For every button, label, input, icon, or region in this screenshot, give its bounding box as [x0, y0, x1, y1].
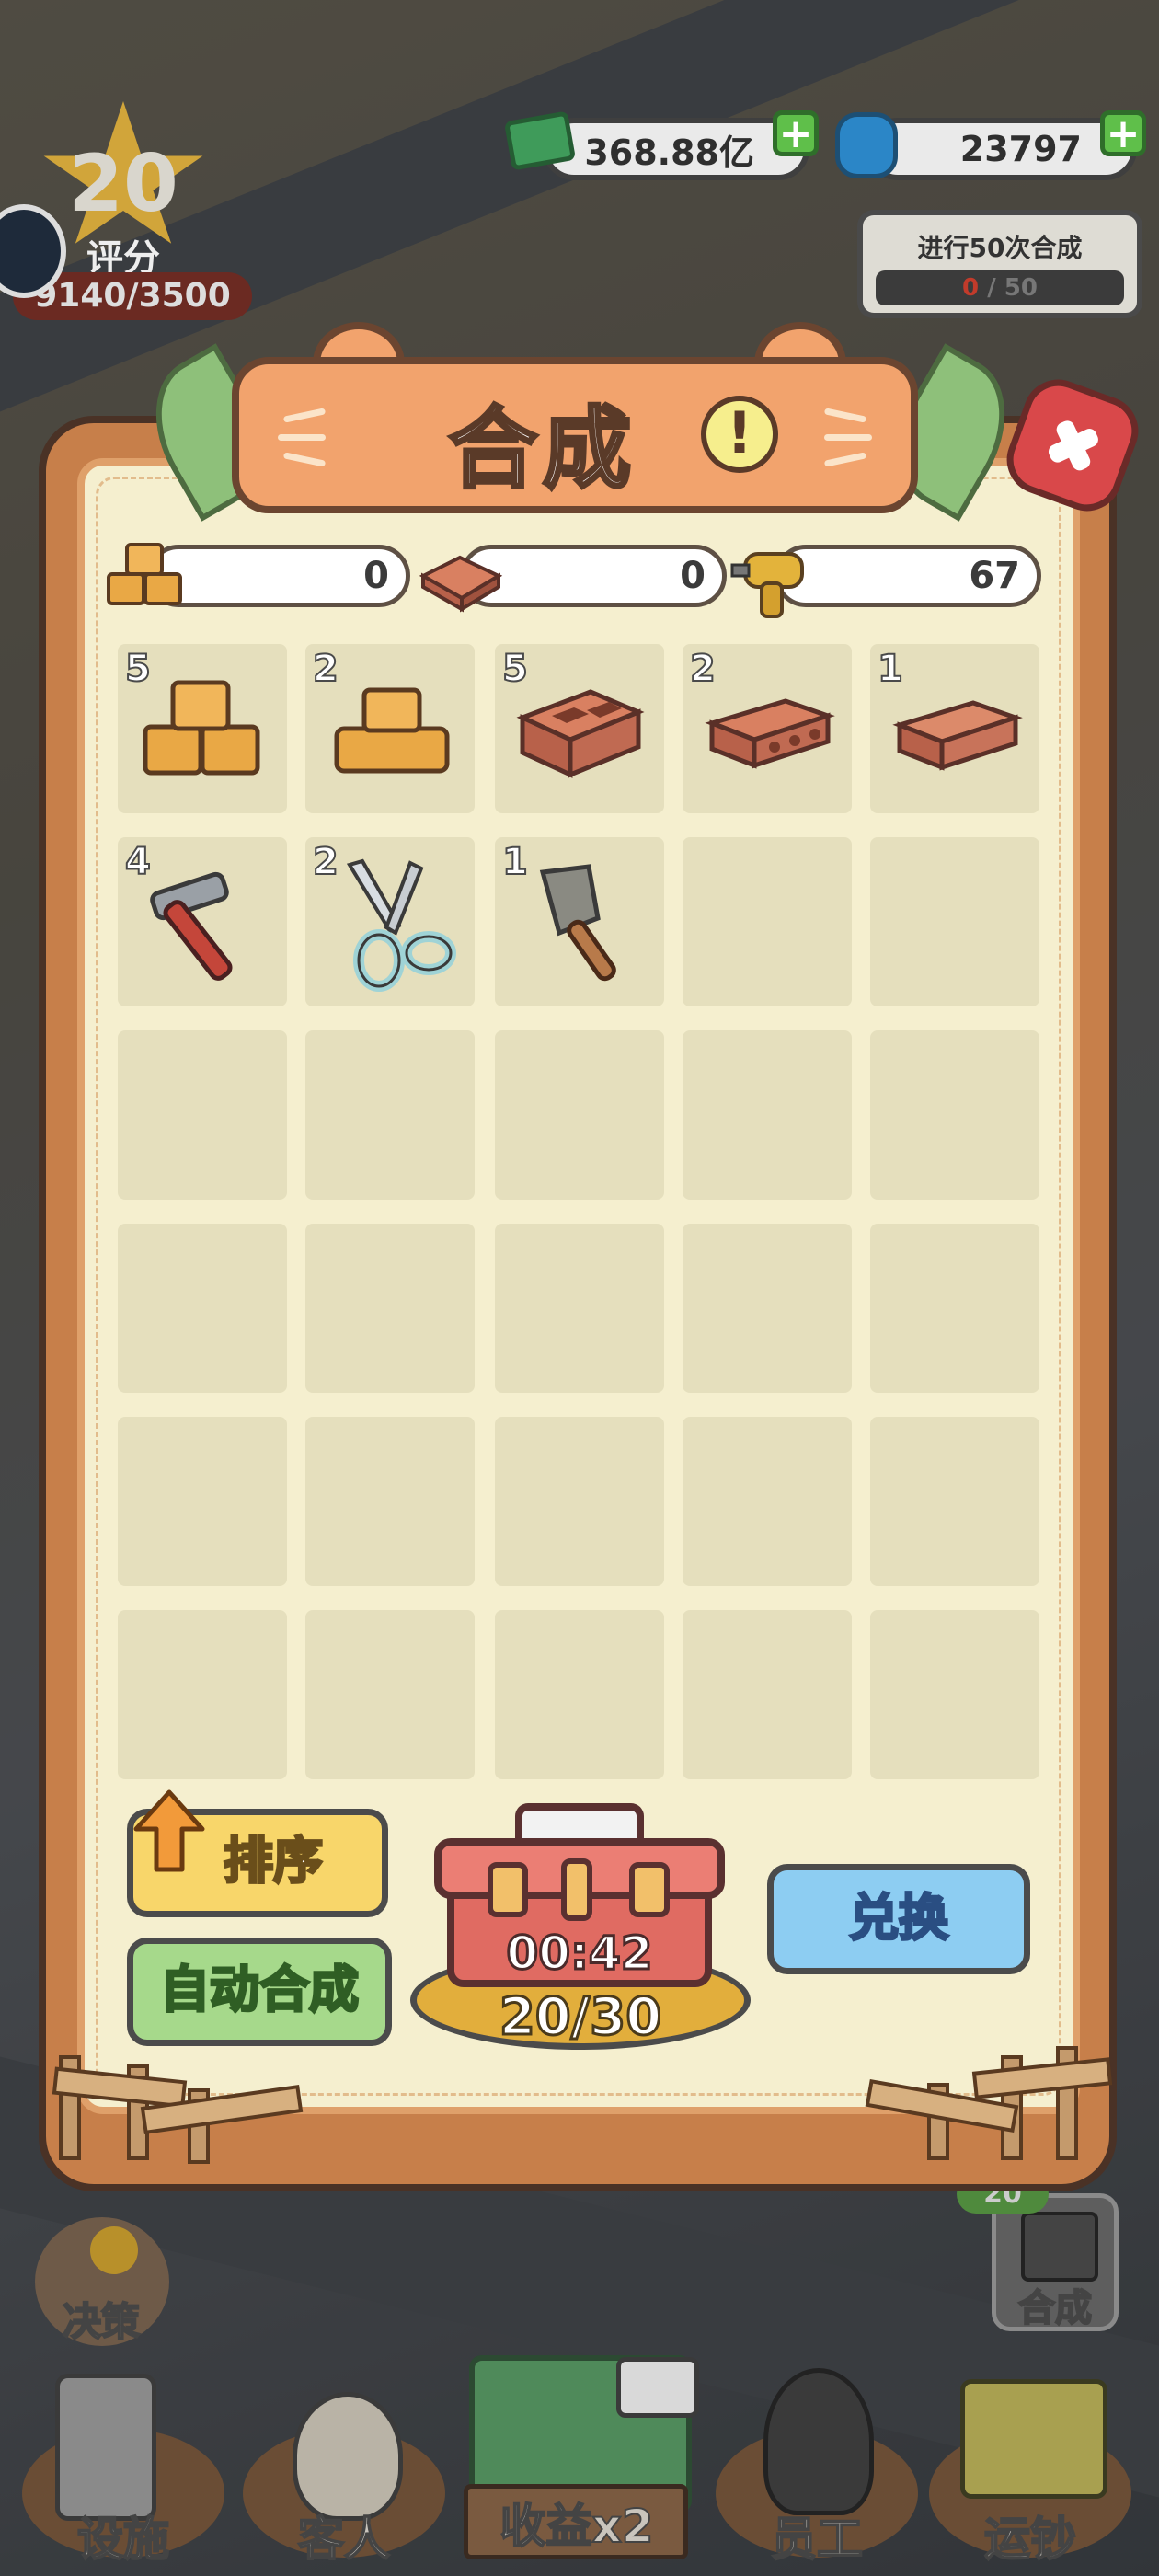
nav-label: 客人 — [297, 2512, 391, 2567]
grid-cell-empty[interactable] — [870, 1030, 1039, 1200]
item-count: 2 — [689, 647, 717, 691]
merge-shortcut-label: 合成 — [1017, 2286, 1093, 2330]
machine-icon — [1021, 2212, 1098, 2282]
grid-cell[interactable]: 1 — [495, 837, 664, 1006]
grid-cell-empty[interactable] — [870, 1224, 1039, 1393]
grid-cell-empty[interactable] — [495, 1030, 664, 1200]
exchange-button[interactable]: 兑换 — [767, 1864, 1030, 1974]
power-drill-icon — [730, 552, 804, 618]
solid-brick-icon — [892, 700, 1023, 771]
grid-cell[interactable]: 5 — [495, 644, 664, 813]
grid-cell[interactable]: 4 — [118, 837, 287, 1006]
decision-label: 决策 — [62, 2298, 141, 2345]
grid-cell-empty[interactable] — [495, 1610, 664, 1779]
grid-cell-empty[interactable] — [305, 1417, 475, 1586]
brick-mold-icon — [419, 555, 503, 613]
atm-machine-icon — [55, 2374, 156, 2521]
grid-cell[interactable]: 5 — [118, 644, 287, 813]
arrow-up-icon — [133, 1789, 205, 1872]
grid-cell-empty[interactable] — [305, 1224, 475, 1393]
info-button[interactable]: ! — [701, 396, 778, 473]
grid-cell-empty[interactable] — [118, 1417, 287, 1586]
dialog-title: 合成 — [447, 396, 637, 502]
task-panel[interactable]: 进行50次合成 0 / 50 — [857, 210, 1142, 318]
chest-latch — [488, 1862, 528, 1917]
chest-latch — [629, 1862, 670, 1917]
grid-cell-empty[interactable] — [305, 1030, 475, 1200]
grid-cell-empty[interactable] — [870, 837, 1039, 1006]
perforated-brick-icon — [705, 698, 835, 769]
grid-cell-empty[interactable] — [495, 1224, 664, 1393]
grid-cell[interactable]: 2 — [305, 837, 475, 1006]
coin-icon — [90, 2226, 138, 2274]
gem-value: 23797 — [866, 118, 1137, 180]
grid-cell-empty[interactable] — [870, 1417, 1039, 1586]
task-progress-total: / 50 — [987, 274, 1038, 302]
nav-label: 收益x2 — [499, 2499, 654, 2554]
bunny-guest-icon — [293, 2392, 403, 2521]
grid-cell-empty[interactable] — [118, 1610, 287, 1779]
task-progress-bar: 0 / 50 — [876, 270, 1124, 305]
whisker — [824, 434, 872, 441]
grid-cell-empty[interactable] — [683, 1030, 852, 1200]
hollow-brick-icon — [516, 689, 645, 778]
chest-timer: 00:42 — [505, 1926, 654, 1982]
grid-cell-empty[interactable] — [870, 1610, 1039, 1779]
task-title: 进行50次合成 — [917, 233, 1083, 263]
scissors-icon — [346, 858, 456, 992]
sort-button-label: 排序 — [223, 1831, 325, 1892]
fence-decoration — [865, 2046, 1113, 2160]
wood-blocks-icon — [107, 543, 182, 605]
trowel-icon — [539, 864, 616, 982]
grid-cell-empty[interactable] — [118, 1030, 287, 1200]
fence-decoration — [52, 2055, 304, 2164]
add-cash-button[interactable]: + — [773, 110, 819, 156]
money-cart-icon — [960, 2379, 1107, 2499]
nav-label: 设施 — [76, 2512, 170, 2567]
nav-label: 运钞 — [983, 2512, 1077, 2567]
grid-cell-empty[interactable] — [683, 837, 852, 1006]
wood-blocks-small-icon — [334, 687, 450, 774]
gem-icon — [835, 112, 898, 178]
hammer-icon — [150, 871, 233, 981]
grid-cell-empty[interactable] — [683, 1417, 852, 1586]
grid-cell[interactable]: 2 — [305, 644, 475, 813]
grid-cell-empty[interactable] — [683, 1224, 852, 1393]
task-progress-current: 0 — [962, 274, 980, 302]
chest-latch — [561, 1858, 592, 1921]
grid-cell-empty[interactable] — [118, 1224, 287, 1393]
grid-cell-empty[interactable] — [495, 1417, 664, 1586]
cat-staff-icon — [763, 2368, 874, 2515]
video-ad-icon — [616, 2357, 699, 2418]
grid-cell[interactable]: 2 — [683, 644, 852, 813]
add-gems-button[interactable]: + — [1100, 110, 1146, 156]
item-count: 1 — [877, 647, 904, 691]
cash-value: 368.88亿 — [543, 118, 809, 180]
nav-label: 员工 — [770, 2512, 864, 2567]
whisker — [278, 434, 326, 441]
auto-merge-button[interactable]: 自动合成 — [127, 1938, 392, 2046]
grid-cell[interactable]: 1 — [870, 644, 1039, 813]
wood-blocks-large-icon — [143, 680, 260, 776]
grid-cell-empty[interactable] — [683, 1610, 852, 1779]
grid-cell-empty[interactable] — [305, 1610, 475, 1779]
chest-capacity: 20/30 — [498, 1986, 662, 2049]
